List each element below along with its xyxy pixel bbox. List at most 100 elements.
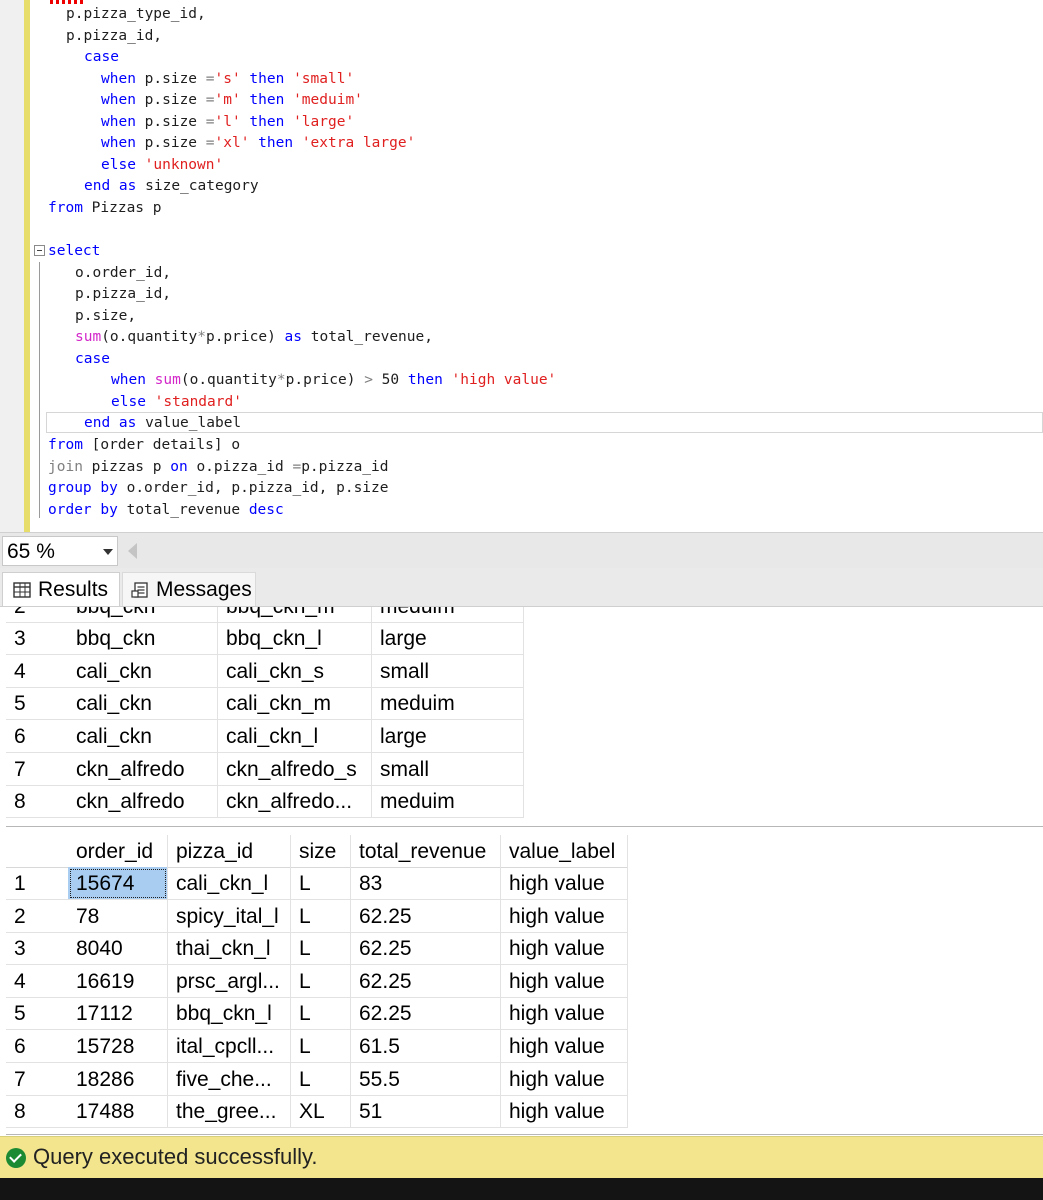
table-cell[interactable]: high value (501, 997, 628, 1031)
row-number[interactable]: 8 (6, 1095, 68, 1129)
column-header[interactable]: pizza_id (168, 835, 291, 868)
scroll-left-icon[interactable] (128, 543, 137, 559)
code-line[interactable]: when p.size ='s' then 'small' (101, 69, 354, 91)
table-cell[interactable]: ckn_alfredo_s (218, 752, 372, 786)
table-cell[interactable]: meduim (372, 607, 524, 623)
table-cell[interactable]: 78 (68, 899, 168, 933)
code-line[interactable]: sum(o.quantity*p.price) as total_revenue… (75, 327, 433, 349)
column-header[interactable]: value_label (501, 835, 628, 868)
code-line[interactable]: order by total_revenue desc (48, 500, 284, 522)
table-cell[interactable]: high value (501, 1062, 628, 1096)
column-header[interactable]: size (291, 835, 351, 868)
table-cell[interactable]: large (372, 719, 524, 753)
code-line[interactable]: case (75, 349, 110, 371)
table-cell[interactable]: spicy_ital_l (168, 899, 291, 933)
column-header[interactable]: total_revenue (351, 835, 501, 868)
code-line[interactable]: else 'standard' (111, 392, 242, 414)
table-cell[interactable]: L (291, 964, 351, 998)
code-line[interactable]: when p.size ='m' then 'meduim' (101, 90, 363, 112)
row-number[interactable]: 8 (6, 785, 68, 819)
table-cell[interactable]: high value (501, 867, 628, 900)
table-cell[interactable]: 62.25 (351, 932, 501, 966)
table-cell[interactable]: bbq_ckn_m (218, 607, 372, 623)
table-cell[interactable]: cali_ckn (68, 719, 218, 753)
table-cell[interactable]: bbq_ckn (68, 622, 218, 656)
table-cell[interactable]: 17488 (68, 1095, 168, 1129)
table-cell[interactable]: 83 (351, 867, 501, 900)
code-line[interactable]: from [order details] o (48, 435, 240, 457)
table-cell[interactable]: L (291, 1030, 351, 1063)
code-line[interactable]: end as size_category (84, 176, 259, 198)
collapse-icon[interactable] (34, 245, 45, 256)
table-cell[interactable]: small (372, 654, 524, 688)
row-number[interactable]: 7 (6, 753, 68, 786)
row-number[interactable]: 7 (6, 1063, 68, 1096)
table-cell[interactable]: prsc_argl... (168, 964, 291, 998)
zoom-dropdown[interactable]: 65 % (2, 536, 118, 566)
table-cell[interactable]: 17112 (68, 997, 168, 1031)
table-cell[interactable]: 61.5 (351, 1030, 501, 1063)
table-cell[interactable]: meduim (372, 687, 524, 721)
table-cell[interactable]: 51 (351, 1095, 501, 1129)
table-cell[interactable]: L (291, 867, 351, 900)
code-line[interactable]: end as value_label (84, 413, 241, 435)
table-cell[interactable]: 8040 (68, 932, 168, 966)
table-cell[interactable]: L (291, 1062, 351, 1096)
row-number[interactable]: 2 (6, 607, 68, 623)
table-cell[interactable]: 62.25 (351, 997, 501, 1031)
code-line[interactable]: from Pizzas p (48, 198, 162, 220)
table-cell[interactable]: cali_ckn (68, 687, 218, 721)
code-line[interactable]: o.order_id, (75, 263, 171, 285)
row-number[interactable]: 5 (6, 687, 68, 721)
code-line[interactable]: when sum(o.quantity*p.price) > 50 then '… (111, 370, 556, 392)
table-cell[interactable]: L (291, 997, 351, 1031)
row-number[interactable]: 6 (6, 1030, 68, 1063)
table-cell[interactable]: high value (501, 1095, 628, 1129)
result-grid-1[interactable]: 2bbq_cknbbq_ckn_mmeduim 3bbq_cknbbq_ckn_l… (6, 607, 1043, 827)
code-line[interactable]: else 'unknown' (101, 155, 223, 177)
sql-editor[interactable]: p.pizza_type_id, p.pizza_id, case when p.si… (0, 0, 1043, 532)
code-line[interactable]: when p.size ='xl' then 'extra large' (101, 133, 415, 155)
table-cell[interactable]: cali_ckn_l (168, 867, 291, 900)
tab-results[interactable]: Results (2, 572, 120, 606)
code-line[interactable]: when p.size ='l' then 'large' (101, 112, 354, 134)
table-cell[interactable]: high value (501, 964, 628, 998)
table-cell[interactable]: 15674 (68, 867, 168, 900)
table-cell[interactable]: cali_ckn_s (218, 654, 372, 688)
code-line[interactable]: p.size, (75, 306, 136, 328)
table-cell[interactable]: small (372, 752, 524, 786)
code-line[interactable]: p.pizza_id, (75, 284, 171, 306)
header-corner[interactable] (6, 835, 68, 868)
row-number[interactable]: 3 (6, 622, 68, 656)
table-cell[interactable]: L (291, 899, 351, 933)
table-cell[interactable]: bbq_ckn_l (168, 997, 291, 1031)
table-cell[interactable]: 62.25 (351, 899, 501, 933)
table-cell[interactable]: meduim (372, 785, 524, 819)
table-cell[interactable]: high value (501, 932, 628, 966)
code-line[interactable]: p.pizza_type_id, (66, 4, 206, 26)
code-line[interactable]: case (84, 47, 119, 69)
table-cell[interactable]: ckn_alfredo... (218, 785, 372, 819)
tab-messages[interactable]: Messages (122, 572, 256, 606)
row-number[interactable]: 4 (6, 965, 68, 998)
row-number[interactable]: 2 (6, 900, 68, 933)
row-number[interactable]: 6 (6, 720, 68, 753)
row-number[interactable]: 5 (6, 997, 68, 1031)
row-number[interactable]: 3 (6, 932, 68, 966)
table-cell[interactable]: large (372, 622, 524, 656)
row-number[interactable]: 4 (6, 655, 68, 688)
table-cell[interactable]: 55.5 (351, 1062, 501, 1096)
table-cell[interactable]: cali_ckn_l (218, 719, 372, 753)
table-cell[interactable]: 18286 (68, 1062, 168, 1096)
code-line[interactable]: select (48, 241, 100, 263)
code-line[interactable]: group by o.order_id, p.pizza_id, p.size (48, 478, 389, 500)
table-cell[interactable]: 16619 (68, 964, 168, 998)
table-cell[interactable]: cali_ckn_m (218, 687, 372, 721)
table-cell[interactable]: bbq_ckn_l (218, 622, 372, 656)
result-grid-2[interactable]: order_id pizza_id size total_revenue value_l… (6, 829, 1043, 1135)
code-line[interactable]: join pizzas p on o.pizza_id =p.pizza_id (48, 457, 389, 479)
table-cell[interactable]: ckn_alfredo (68, 785, 218, 819)
table-cell[interactable]: bbq_ckn (68, 607, 218, 623)
table-cell[interactable]: L (291, 932, 351, 966)
table-cell[interactable]: ital_cpcll... (168, 1030, 291, 1063)
